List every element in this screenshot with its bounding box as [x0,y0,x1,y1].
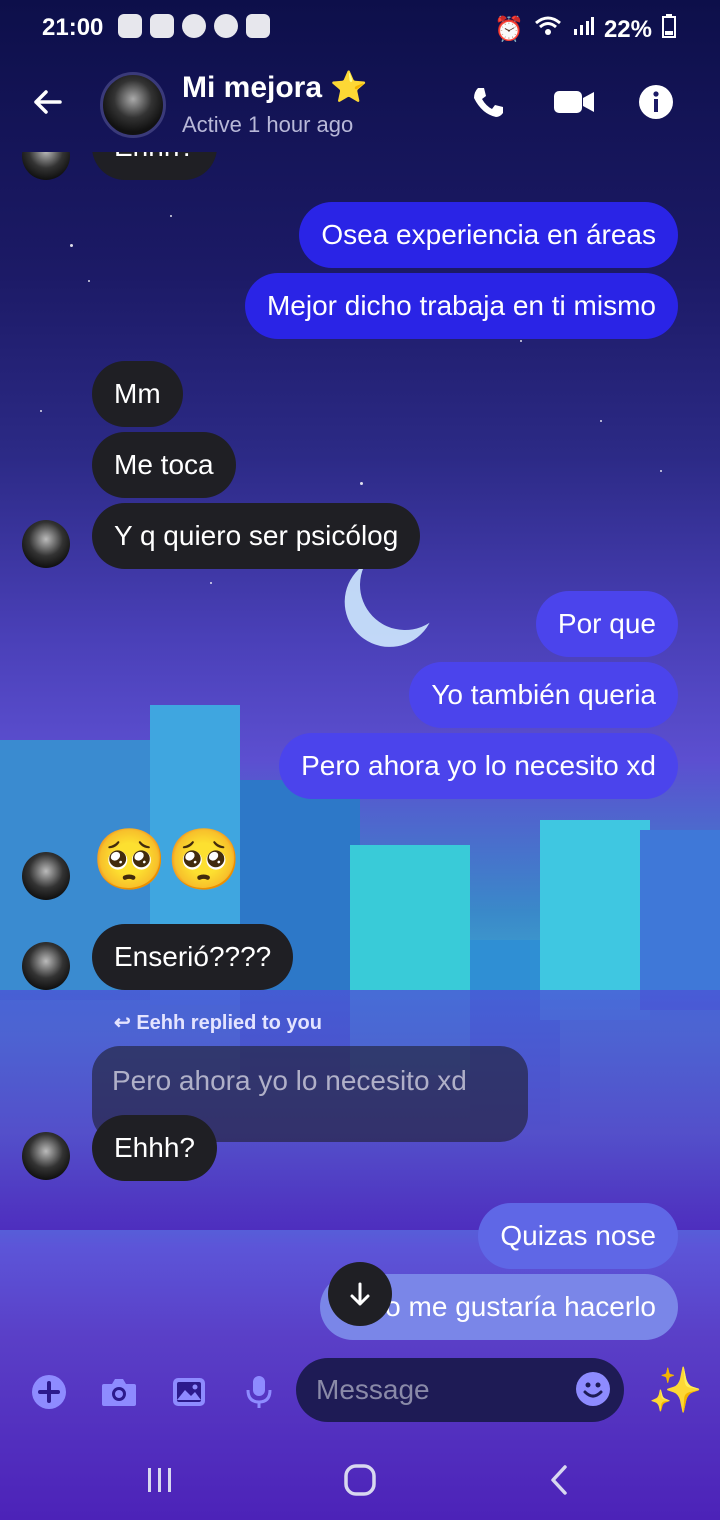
contact-name-text: Mi mejora [182,71,323,104]
chat-header: Mi mejora ⭐ Active 1 hour ago [0,56,720,152]
microphone-icon[interactable] [240,1373,278,1411]
emoji-picker-icon[interactable] [576,1372,610,1406]
camera-icon[interactable] [100,1373,138,1411]
back-arrow-icon[interactable] [30,84,66,127]
message-bubble-outgoing[interactable]: Osea experiencia en áreas [299,202,678,268]
contact-avatar[interactable] [100,72,166,138]
status-bar: 21:00 ⏰ 22% [0,0,720,56]
contact-name[interactable]: Mi mejora ⭐ [182,70,368,105]
star-emoji: ⭐ [330,71,368,104]
message-bubble-incoming[interactable]: Me toca [92,432,236,498]
message-input[interactable] [296,1358,624,1422]
reply-arrow-icon: ↩ [114,1012,131,1034]
sender-avatar[interactable] [22,942,70,990]
alarm-clock-icon: ⏰ [494,16,524,43]
back-nav-icon[interactable] [540,1460,580,1500]
messenger-icon [182,14,206,38]
battery-icon [662,14,676,45]
sender-avatar[interactable] [22,1132,70,1180]
notification-icons [118,14,270,38]
phone-call-icon[interactable] [470,84,506,120]
arrow-down-icon [350,1282,370,1306]
scroll-to-bottom-button[interactable] [328,1262,392,1326]
message-bubble-outgoing[interactable]: Por que [535,591,678,657]
message-bubble-outgoing[interactable]: Quizas nose [478,1203,678,1269]
wifi-icon [534,15,562,44]
active-status: Active 1 hour ago [182,112,354,137]
emoji-message[interactable]: 🥺🥺 [92,824,241,895]
message-bubble-outgoing[interactable]: Mejor dicho trabaja en ti mismo [244,273,678,339]
gallery-icon[interactable] [170,1373,208,1411]
message-bubble-incoming[interactable]: Enserió???? [92,924,294,990]
quick-reaction-sparkles[interactable]: ✨ [648,1364,703,1416]
recent-apps-icon[interactable] [140,1460,180,1500]
message-bubble-incoming[interactable]: Y q quiero ser psicólog [92,503,421,569]
system-navigation-bar [0,1440,720,1520]
message-list[interactable]: Ehhh? Osea experiencia en áreas Mejor di… [0,152,720,1357]
youtube-icon [118,14,142,38]
message-bubble-outgoing[interactable]: Pero ahora yo lo necesito xd [279,733,678,799]
message-bubble-outgoing[interactable]: Yo también queria [409,662,678,728]
signal-icon [572,15,594,44]
app-icon [150,14,174,38]
reply-label-text: Eehh replied to you [136,1012,322,1034]
sender-avatar[interactable] [22,520,70,568]
gallery-icon [246,14,270,38]
message-bubble-incoming[interactable]: Ehhh? [92,1115,217,1181]
message-bubble-incoming[interactable]: Mm [92,361,183,427]
status-right: ⏰ 22% [494,14,676,45]
message-bubble-incoming[interactable]: Ehhh? [92,152,217,180]
alarm-icon [214,14,238,38]
video-call-icon[interactable] [552,84,596,120]
reply-indicator: ↩ Eehh replied to you [114,1010,322,1035]
sender-avatar[interactable] [22,852,70,900]
info-icon[interactable] [638,84,674,120]
sender-avatar[interactable] [22,152,70,180]
plus-icon[interactable] [30,1373,68,1411]
battery-level: 22% [603,15,652,43]
status-time: 21:00 [42,14,104,41]
home-icon[interactable] [340,1460,380,1500]
